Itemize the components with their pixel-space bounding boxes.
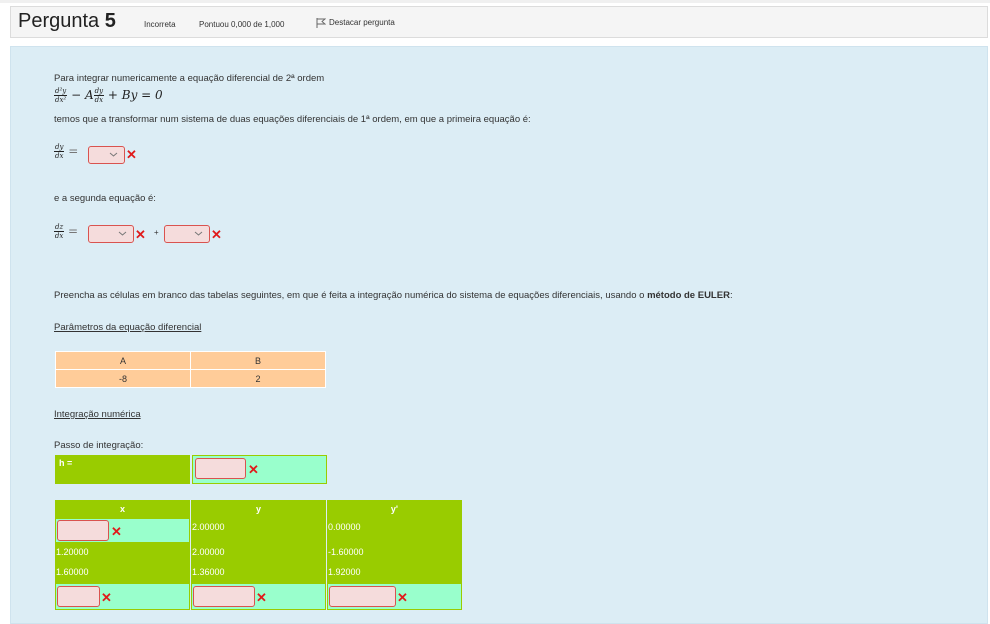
header-yprime: y' <box>327 500 462 518</box>
y-cell: ✕ <box>191 583 326 610</box>
dy-dx-fraction: dy dx <box>54 143 65 160</box>
equals-sign: = <box>68 224 79 238</box>
table-row: ✕ ✕ ✕ <box>55 583 463 610</box>
y-cell: 2.00000 <box>191 518 326 543</box>
param-header-b: B <box>190 351 326 370</box>
incorrect-icon: ✕ <box>101 590 112 605</box>
incorrect-icon: ✕ <box>111 524 122 539</box>
params-header-row: A B <box>55 351 326 370</box>
header-x: x <box>55 500 190 518</box>
first-equation-select[interactable] <box>88 146 125 164</box>
yprime3-input[interactable] <box>329 586 396 607</box>
flag-question-button[interactable]: Destacar pergunta <box>316 18 395 28</box>
params-table: A B -8 2 <box>55 351 326 388</box>
x0-input[interactable] <box>57 520 109 541</box>
table-row: 1.20000 2.00000 -1.60000 <box>55 543 463 565</box>
fill-instructions-text: Preencha as células em branco das tabela… <box>54 290 648 301</box>
flag-question-label: Destacar pergunta <box>329 18 395 28</box>
param-value-b: 2 <box>190 369 326 388</box>
step-h-label: h = <box>55 455 190 484</box>
question-status: Incorreta <box>144 20 176 29</box>
dy-dx-fraction: dy dx <box>93 87 105 104</box>
question-title-prefix: Pergunta <box>18 10 100 32</box>
intro-text: Para integrar numericamente a equação di… <box>54 73 325 84</box>
fill-instructions: Preencha as células em branco das tabela… <box>54 290 733 301</box>
integration-table: x y y' ✕ 2.00000 0.00000 1.20000 2.00000… <box>55 500 463 610</box>
yprime-cell: 1.92000 <box>327 565 462 583</box>
header-y: y <box>191 500 326 518</box>
transform-text: temos que a transformar num sistema de d… <box>54 114 531 125</box>
second-equation-text: e a segunda equação é: <box>54 193 156 204</box>
params-heading: Parâmetros da equação diferencial <box>54 322 202 333</box>
incorrect-icon: ✕ <box>397 590 408 605</box>
first-equation-lhs: dy dx = <box>54 143 78 160</box>
equals-sign: = <box>68 144 79 158</box>
method-name: método de EULER <box>647 290 730 301</box>
step-label: Passo de integração: <box>54 440 144 451</box>
param-header-a: A <box>55 351 191 370</box>
dz-dx-fraction: dz dx <box>54 223 65 240</box>
yprime-cell: ✕ <box>327 583 462 610</box>
table-row: ✕ 2.00000 0.00000 <box>55 518 463 543</box>
d2y-dx2-fraction: d²y dx² <box>54 87 68 104</box>
x-cell: 1.20000 <box>55 543 190 565</box>
step-h-cell: ✕ <box>192 455 327 484</box>
incorrect-icon: ✕ <box>248 462 259 477</box>
step-h-input[interactable] <box>195 458 246 479</box>
y-cell: 1.36000 <box>191 565 326 583</box>
second-equation-select-1[interactable] <box>88 225 134 243</box>
integration-header-row: x y y' <box>55 500 463 518</box>
yprime-cell: 0.00000 <box>327 518 462 543</box>
ode-equation: d²y dx² − Ady dx + By = 0 <box>54 87 163 104</box>
params-value-row: -8 2 <box>55 369 326 388</box>
ode-term-b: + By = 0 <box>107 88 163 102</box>
y3-input[interactable] <box>193 586 255 607</box>
yprime-cell: -1.60000 <box>327 543 462 565</box>
incorrect-icon: ✕ <box>135 227 146 242</box>
ode-term-a: − A <box>71 88 94 102</box>
second-equation-select-2[interactable] <box>164 225 210 243</box>
x-cell: ✕ <box>55 518 190 543</box>
question-title: Pergunta 5 <box>18 10 116 33</box>
question-number: 5 <box>104 10 116 32</box>
question-score: Pontuou 0,000 de 1,000 <box>199 20 285 29</box>
y-cell: 2.00000 <box>191 543 326 565</box>
question-header: Pergunta 5 Incorreta Pontuou 0,000 de 1,… <box>10 6 988 38</box>
x-cell: 1.60000 <box>55 565 190 583</box>
x-cell: ✕ <box>55 583 190 610</box>
chevron-down-icon <box>194 229 203 240</box>
flag-icon <box>316 18 326 28</box>
incorrect-icon: ✕ <box>256 590 267 605</box>
incorrect-icon: ✕ <box>211 227 222 242</box>
step-row: h = ✕ <box>55 455 327 484</box>
param-value-a: -8 <box>55 369 191 388</box>
chevron-down-icon <box>118 229 127 240</box>
incorrect-icon: ✕ <box>126 147 137 162</box>
question-body: Para integrar numericamente a equação di… <box>10 46 988 624</box>
top-divider <box>0 0 990 3</box>
x3-input[interactable] <box>57 586 100 607</box>
integration-heading: Integração numérica <box>54 409 141 420</box>
plus-sign: + <box>154 228 159 237</box>
table-row: 1.60000 1.36000 1.92000 <box>55 565 463 583</box>
second-equation-lhs: dz dx = <box>54 223 78 240</box>
fill-instructions-colon: : <box>729 290 733 301</box>
chevron-down-icon <box>109 150 118 161</box>
